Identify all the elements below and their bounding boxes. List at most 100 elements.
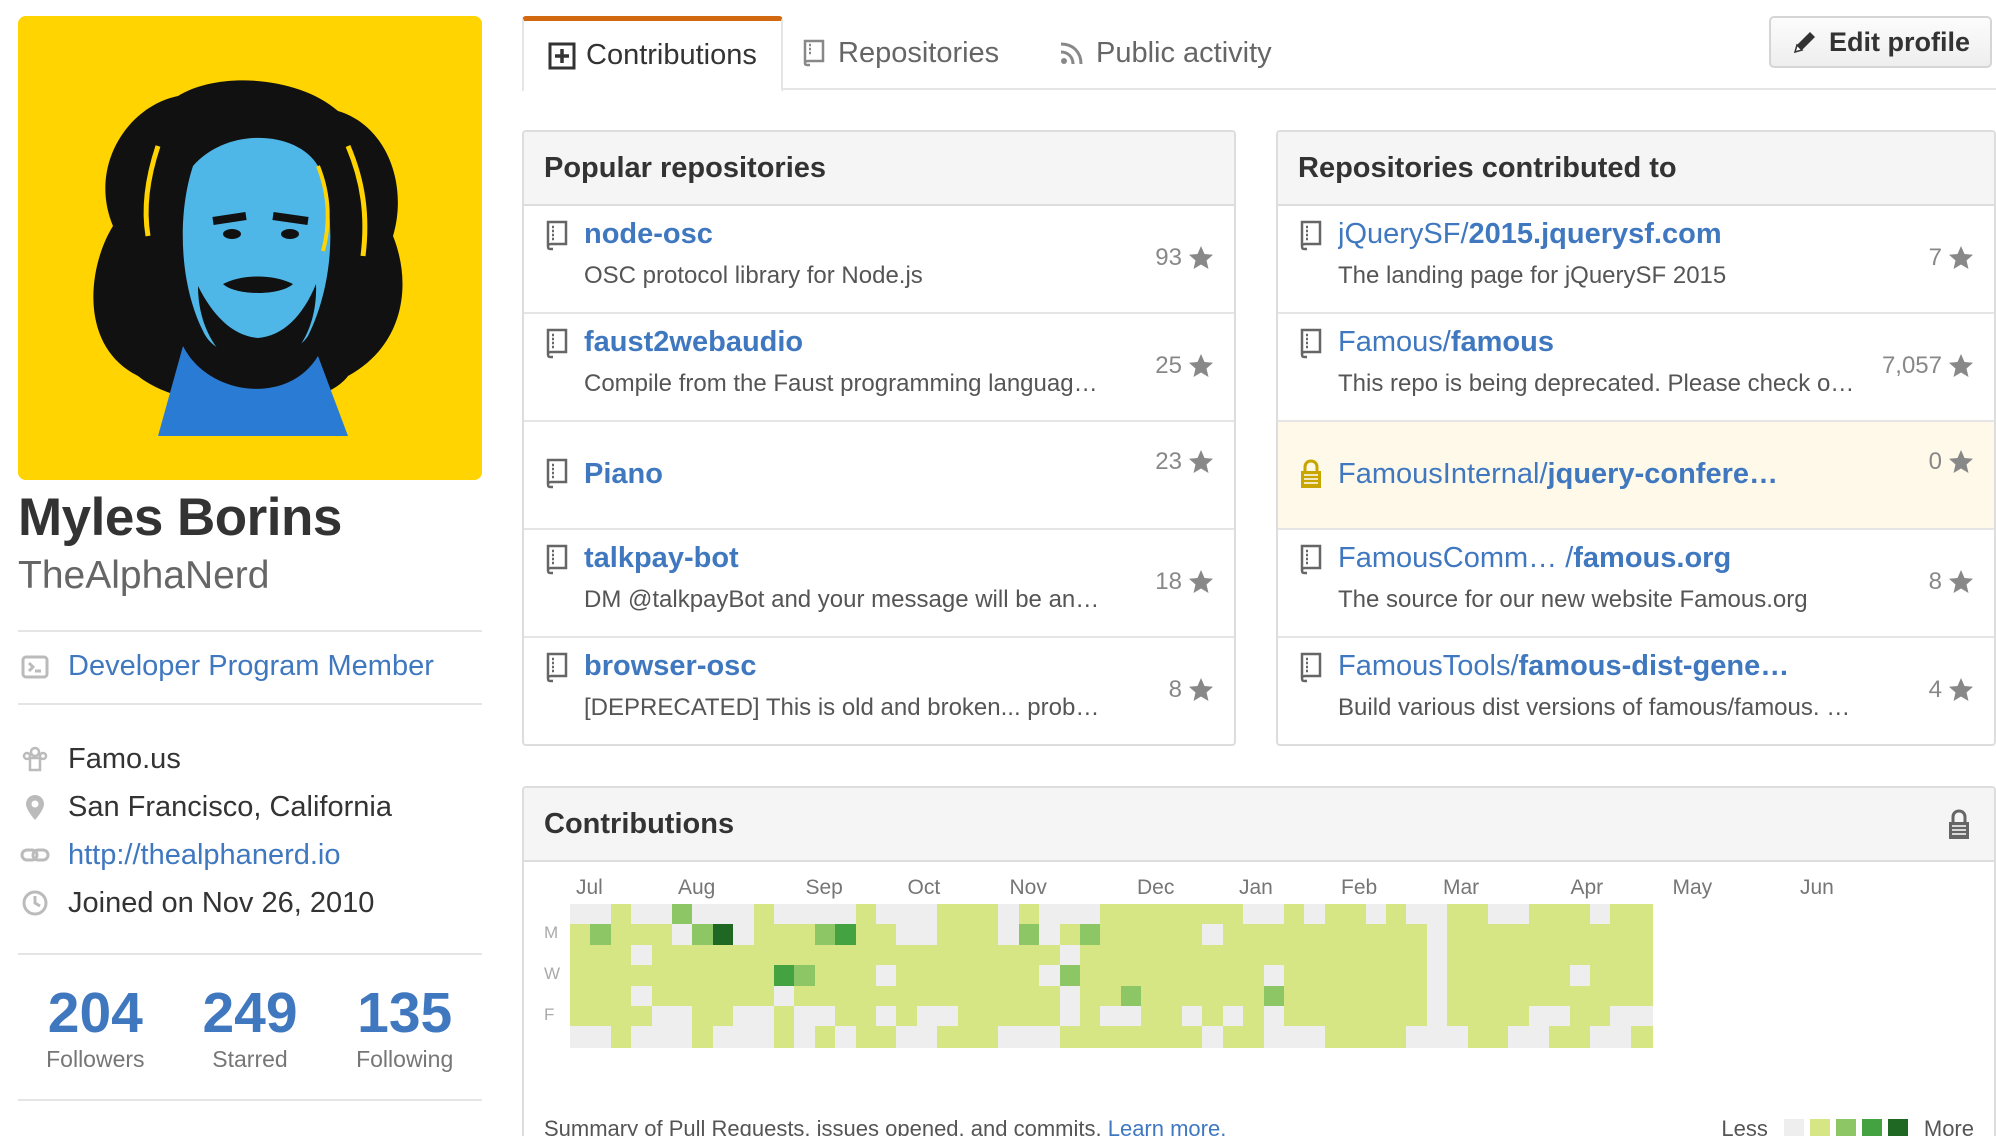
contribution-day[interactable]: [896, 1026, 919, 1049]
repo-link[interactable]: Famous/famous: [1338, 326, 1554, 359]
contribution-day[interactable]: [1365, 1006, 1388, 1028]
contribution-day[interactable]: [835, 985, 858, 1008]
contribution-day[interactable]: [1630, 904, 1653, 926]
contribution-day[interactable]: [1467, 1026, 1490, 1049]
contribution-day[interactable]: [1059, 965, 1082, 988]
contribution-day[interactable]: [1426, 965, 1449, 988]
contribution-day[interactable]: [1080, 1026, 1102, 1049]
contribution-day[interactable]: [794, 1026, 817, 1049]
contribution-day[interactable]: [1304, 944, 1327, 967]
contribution-day[interactable]: [1304, 924, 1327, 947]
repo-link[interactable]: faust2webaudio: [584, 326, 803, 359]
contribution-day[interactable]: [1406, 924, 1429, 947]
contribution-day[interactable]: [1324, 904, 1347, 926]
contribution-day[interactable]: [1345, 1026, 1368, 1049]
contribution-day[interactable]: [631, 904, 654, 926]
repo-link[interactable]: FamousInternal/jquery-confere…: [1338, 458, 1778, 491]
contribution-day[interactable]: [1549, 924, 1572, 947]
contribution-day[interactable]: [1590, 904, 1612, 926]
contribution-day[interactable]: [1630, 924, 1653, 947]
contribution-day[interactable]: [753, 985, 776, 1008]
contribution-day[interactable]: [1141, 985, 1164, 1008]
contribution-day[interactable]: [1243, 965, 1266, 988]
contribution-day[interactable]: [1386, 985, 1408, 1008]
contribution-day[interactable]: [712, 904, 735, 926]
contribution-day[interactable]: [1528, 965, 1551, 988]
contribution-day[interactable]: [1590, 924, 1612, 947]
contribution-day[interactable]: [1222, 924, 1245, 947]
contribution-day[interactable]: [855, 904, 878, 926]
contribution-day[interactable]: [590, 904, 613, 926]
contribution-day[interactable]: [794, 985, 817, 1008]
contribution-day[interactable]: [1406, 1006, 1429, 1028]
contribution-day[interactable]: [1508, 965, 1531, 988]
contribution-day[interactable]: [1304, 904, 1327, 926]
contribution-day[interactable]: [1549, 1006, 1572, 1028]
contribution-day[interactable]: [1610, 1006, 1633, 1028]
contribution-day[interactable]: [651, 944, 674, 967]
contribution-day[interactable]: [631, 965, 654, 988]
contribution-day[interactable]: [916, 1006, 939, 1028]
contribution-day[interactable]: [1039, 965, 1062, 988]
contribution-day[interactable]: [1100, 965, 1123, 988]
contribution-day[interactable]: [774, 904, 796, 926]
contribution-day[interactable]: [1120, 965, 1143, 988]
contribution-day[interactable]: [1590, 944, 1612, 967]
contribution-day[interactable]: [937, 985, 960, 1008]
contribution-day[interactable]: [835, 904, 858, 926]
repo-link[interactable]: talkpay-bot: [584, 542, 739, 575]
contribution-day[interactable]: [1447, 985, 1470, 1008]
contribution-day[interactable]: [1182, 965, 1204, 988]
contribution-day[interactable]: [937, 965, 960, 988]
contribution-day[interactable]: [774, 1006, 796, 1028]
contribution-day[interactable]: [794, 924, 817, 947]
contribution-day[interactable]: [1549, 965, 1572, 988]
contribution-day[interactable]: [1508, 1006, 1531, 1028]
contribution-day[interactable]: [1263, 1006, 1286, 1028]
contribution-day[interactable]: [1569, 944, 1592, 967]
contribution-day[interactable]: [1549, 1026, 1572, 1049]
contribution-day[interactable]: [1569, 1006, 1592, 1028]
developer-program-link[interactable]: Developer Program Member: [68, 650, 434, 683]
contribution-day[interactable]: [1018, 1026, 1041, 1049]
contribution-day[interactable]: [1610, 944, 1633, 967]
contribution-day[interactable]: [1243, 904, 1266, 926]
contribution-day[interactable]: [1141, 1026, 1164, 1049]
contribution-day[interactable]: [896, 924, 919, 947]
contribution-day[interactable]: [1182, 904, 1204, 926]
contribution-day[interactable]: [1406, 904, 1429, 926]
contribution-day[interactable]: [1426, 985, 1449, 1008]
contribution-day[interactable]: [1080, 924, 1102, 947]
contribution-day[interactable]: [916, 985, 939, 1008]
contribution-day[interactable]: [1284, 965, 1306, 988]
contribution-day[interactable]: [916, 904, 939, 926]
contribution-day[interactable]: [1018, 985, 1041, 1008]
contribution-day[interactable]: [1202, 965, 1225, 988]
contribution-day[interactable]: [733, 1006, 756, 1028]
contribution-day[interactable]: [1059, 985, 1082, 1008]
contribution-day[interactable]: [1243, 1006, 1266, 1028]
contribution-day[interactable]: [916, 924, 939, 947]
contribution-day[interactable]: [1182, 1006, 1204, 1028]
contribution-day[interactable]: [1528, 985, 1551, 1008]
contribution-day[interactable]: [1467, 985, 1490, 1008]
contribution-day[interactable]: [1488, 1026, 1510, 1049]
contribution-day[interactable]: [1386, 924, 1408, 947]
contribution-day[interactable]: [1467, 965, 1490, 988]
contribution-day[interactable]: [1018, 904, 1041, 926]
contribution-day[interactable]: [1345, 1006, 1368, 1028]
contribution-day[interactable]: [1202, 924, 1225, 947]
contribution-day[interactable]: [712, 985, 735, 1008]
contribution-day[interactable]: [1263, 985, 1286, 1008]
contribution-day[interactable]: [1324, 1006, 1347, 1028]
contribution-day[interactable]: [1018, 1006, 1041, 1028]
contribution-day[interactable]: [1080, 985, 1102, 1008]
contribution-day[interactable]: [1284, 924, 1306, 947]
contribution-day[interactable]: [957, 944, 980, 967]
contribution-day[interactable]: [610, 1026, 633, 1049]
contribution-day[interactable]: [651, 1006, 674, 1028]
contribution-day[interactable]: [835, 965, 858, 988]
contribution-day[interactable]: [1161, 1026, 1184, 1049]
contribution-day[interactable]: [1406, 944, 1429, 967]
contribution-day[interactable]: [1528, 944, 1551, 967]
